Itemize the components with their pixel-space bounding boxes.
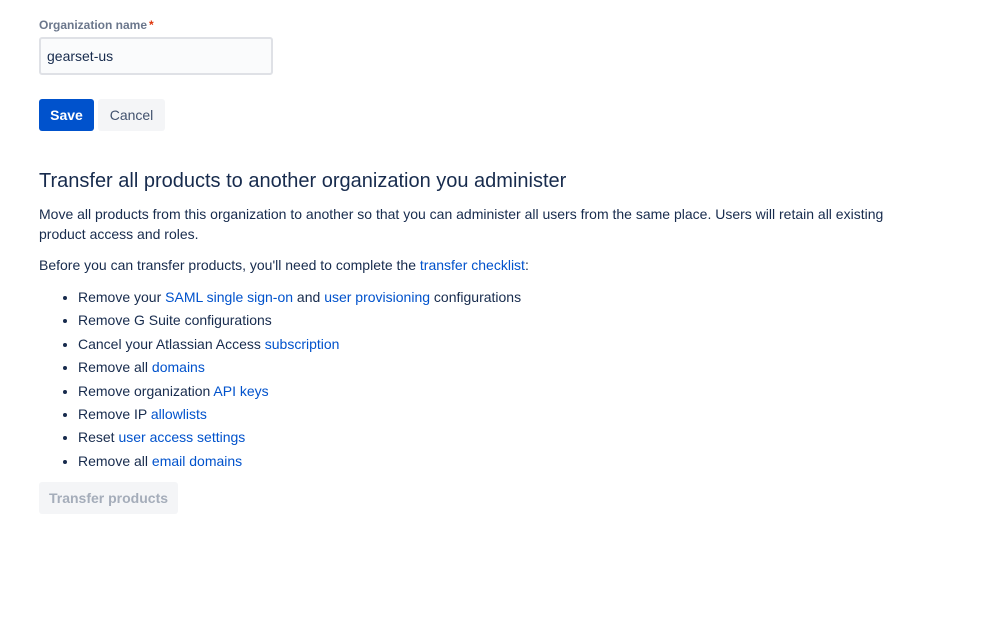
subscription-link[interactable]: subscription	[265, 336, 340, 352]
domains-link[interactable]: domains	[152, 359, 205, 375]
checklist-item-text: Remove organization	[78, 382, 214, 399]
checklist-item-text: and	[293, 289, 325, 305]
saml-sso-link[interactable]: SAML single sign-on	[165, 289, 293, 305]
checklist-item-ip-allowlists: Remove IP allowlists	[78, 403, 521, 426]
checklist-item-text: Remove G Suite configurations	[78, 312, 272, 329]
checklist-item-access: Cancel your Atlassian Access subscriptio…	[78, 333, 521, 356]
transfer-intro-suffix: :	[524, 257, 529, 273]
api-keys-link[interactable]: API keys	[213, 383, 268, 399]
required-indicator: *	[149, 18, 154, 32]
checklist-item-text: Remove IP	[78, 406, 151, 423]
transfer-intro: Before you can transfer products, you'll…	[39, 255, 529, 275]
allowlists-link[interactable]: allowlists	[151, 406, 207, 422]
checklist-item-saml: Remove your SAML single sign-on and user…	[78, 286, 521, 309]
checklist-item-text: Cancel your Atlassian Access	[78, 335, 265, 352]
transfer-products-button[interactable]: Transfer products	[39, 482, 178, 514]
checklist-item-user-access: Reset user access settings	[78, 426, 521, 449]
checklist-item-text: Reset	[78, 429, 119, 446]
checklist-item-domains: Remove all domains	[78, 356, 521, 379]
email-domains-link[interactable]: email domains	[152, 453, 242, 469]
checklist-item-text: configurations	[430, 289, 522, 305]
transfer-description: Move all products from this organization…	[39, 206, 884, 242]
organization-name-label-text: Organization name	[39, 18, 148, 32]
checklist-item-text: Remove all	[78, 359, 152, 376]
user-access-settings-link[interactable]: user access settings	[118, 429, 245, 445]
checklist-item-gsuite: Remove G Suite configurations	[78, 309, 521, 332]
user-provisioning-link[interactable]: user provisioning	[324, 289, 430, 305]
transfer-checklist: Remove your SAML single sign-on and user…	[39, 286, 521, 473]
organization-name-input[interactable]	[39, 37, 273, 75]
cancel-button[interactable]: Cancel	[98, 99, 165, 131]
checklist-item-api-keys: Remove organization API keys	[78, 380, 521, 403]
transfer-checklist-link[interactable]: transfer checklist	[420, 257, 525, 273]
checklist-item-email-domains: Remove all email domains	[78, 450, 521, 473]
organization-name-label: Organization name *	[39, 17, 154, 33]
checklist-item-text: Remove all	[78, 452, 152, 469]
checklist-item-text: Remove your	[78, 289, 166, 305]
save-button[interactable]: Save	[39, 99, 94, 131]
transfer-intro-text: Before you can transfer products, you'll…	[39, 257, 420, 273]
transfer-section-title: Transfer all products to another organiz…	[39, 170, 567, 192]
